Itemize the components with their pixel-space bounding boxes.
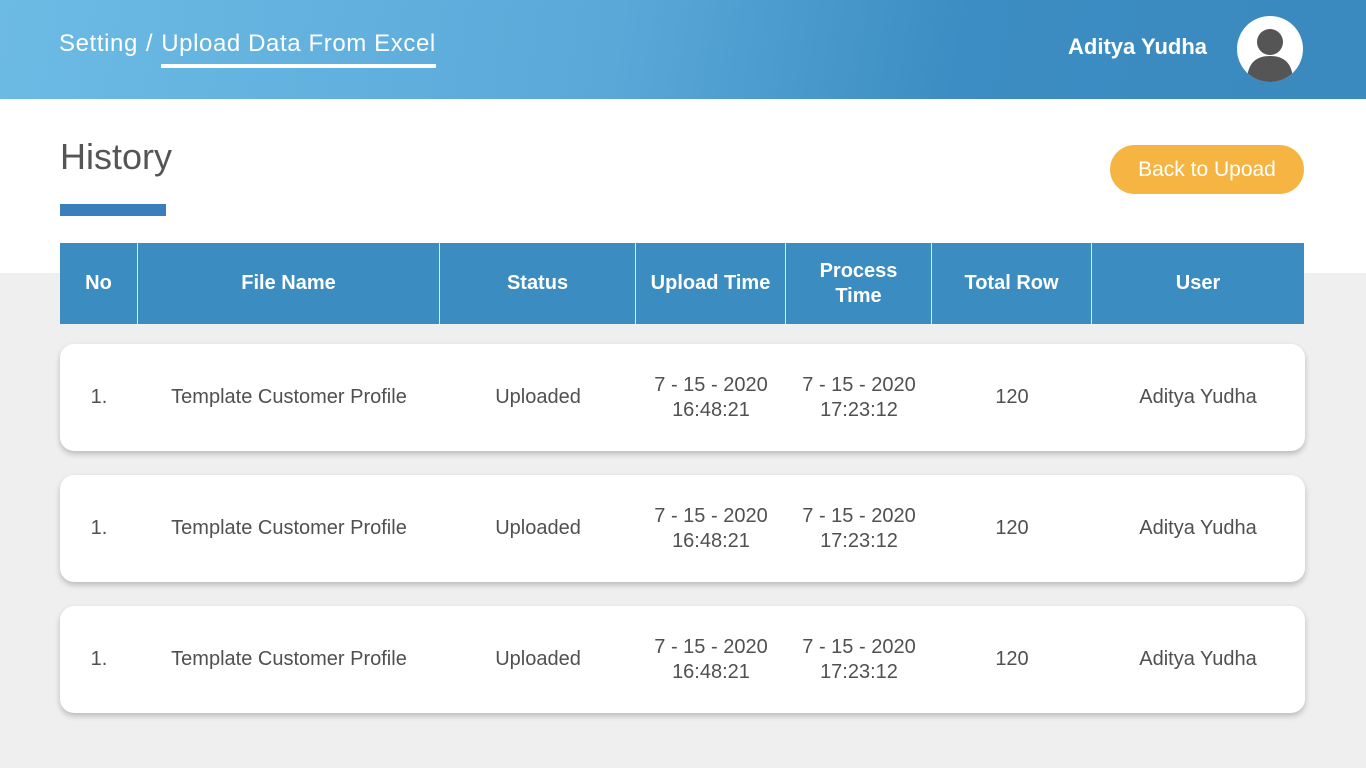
cell-process-clock: 17:23:12 bbox=[820, 660, 898, 683]
column-header-process-time-line2: Time bbox=[835, 284, 882, 307]
cell-no: 1. bbox=[90, 517, 108, 539]
breadcrumb-current[interactable]: Upload Data From Excel bbox=[161, 30, 436, 68]
user-avatar-icon[interactable] bbox=[1237, 16, 1303, 82]
cell-upload-date: 7 - 15 - 2020 bbox=[654, 373, 768, 396]
column-header-upload-time[interactable]: Upload Time bbox=[636, 243, 786, 324]
column-header-process-time[interactable]: Process Time bbox=[786, 243, 932, 324]
cell-total-row: 120 bbox=[995, 648, 1029, 670]
breadcrumb: Setting / Upload Data From Excel bbox=[59, 30, 436, 68]
cell-file-name: Template Customer Profile bbox=[171, 517, 407, 539]
cell-process-clock: 17:23:12 bbox=[820, 529, 898, 552]
title-underline bbox=[60, 204, 166, 216]
cell-user: Aditya Yudha bbox=[1139, 517, 1257, 539]
cell-no: 1. bbox=[90, 648, 108, 670]
cell-upload-clock: 16:48:21 bbox=[672, 660, 750, 683]
table-row[interactable]: 1. Template Customer Profile Uploaded 7 … bbox=[60, 475, 1305, 582]
cell-upload-time: 7 - 15 - 2020 16:48:21 bbox=[636, 475, 786, 582]
header-user-name[interactable]: Aditya Yudha bbox=[1068, 34, 1207, 60]
cell-upload-date: 7 - 15 - 2020 bbox=[654, 504, 768, 527]
cell-process-clock: 17:23:12 bbox=[820, 398, 898, 421]
table-row[interactable]: 1. Template Customer Profile Uploaded 7 … bbox=[60, 606, 1305, 713]
column-header-user[interactable]: User bbox=[1092, 243, 1304, 324]
table-row[interactable]: 1. Template Customer Profile Uploaded 7 … bbox=[60, 344, 1305, 451]
breadcrumb-separator: / bbox=[145, 30, 154, 57]
column-header-status[interactable]: Status bbox=[440, 243, 636, 324]
top-header: Setting / Upload Data From Excel Aditya … bbox=[0, 0, 1366, 99]
back-to-upload-button[interactable]: Back to Upoad bbox=[1110, 145, 1304, 194]
cell-process-date: 7 - 15 - 2020 bbox=[802, 373, 916, 396]
column-header-no[interactable]: No bbox=[60, 243, 138, 324]
cell-status: Uploaded bbox=[495, 517, 581, 539]
cell-upload-date: 7 - 15 - 2020 bbox=[654, 635, 768, 658]
cell-upload-time: 7 - 15 - 2020 16:48:21 bbox=[636, 606, 786, 713]
cell-total-row: 120 bbox=[995, 517, 1029, 539]
cell-upload-clock: 16:48:21 bbox=[672, 529, 750, 552]
column-header-process-time-line1: Process bbox=[819, 259, 898, 282]
table-header: No File Name Status Upload Time Process … bbox=[60, 243, 1304, 324]
cell-no: 1. bbox=[90, 386, 108, 408]
column-header-file-name[interactable]: File Name bbox=[138, 243, 440, 324]
page-title: History bbox=[60, 136, 173, 177]
cell-process-date: 7 - 15 - 2020 bbox=[802, 635, 916, 658]
cell-status: Uploaded bbox=[495, 648, 581, 670]
cell-file-name: Template Customer Profile bbox=[171, 386, 407, 408]
cell-process-date: 7 - 15 - 2020 bbox=[802, 504, 916, 527]
cell-status: Uploaded bbox=[495, 386, 581, 408]
cell-process-time: 7 - 15 - 2020 17:23:12 bbox=[786, 475, 932, 582]
cell-process-time: 7 - 15 - 2020 17:23:12 bbox=[786, 344, 932, 451]
page: Setting / Upload Data From Excel Aditya … bbox=[0, 0, 1366, 768]
cell-upload-time: 7 - 15 - 2020 16:48:21 bbox=[636, 344, 786, 451]
column-header-upload-time-line2: Time bbox=[724, 272, 771, 294]
breadcrumb-setting-link[interactable]: Setting bbox=[59, 30, 138, 58]
cell-user: Aditya Yudha bbox=[1139, 386, 1257, 408]
cell-file-name: Template Customer Profile bbox=[171, 648, 407, 670]
cell-total-row: 120 bbox=[995, 386, 1029, 408]
column-header-upload-time-line1: Upload bbox=[650, 272, 719, 294]
cell-process-time: 7 - 15 - 2020 17:23:12 bbox=[786, 606, 932, 713]
cell-upload-clock: 16:48:21 bbox=[672, 398, 750, 421]
cell-user: Aditya Yudha bbox=[1139, 648, 1257, 670]
column-header-total-row[interactable]: Total Row bbox=[932, 243, 1092, 324]
